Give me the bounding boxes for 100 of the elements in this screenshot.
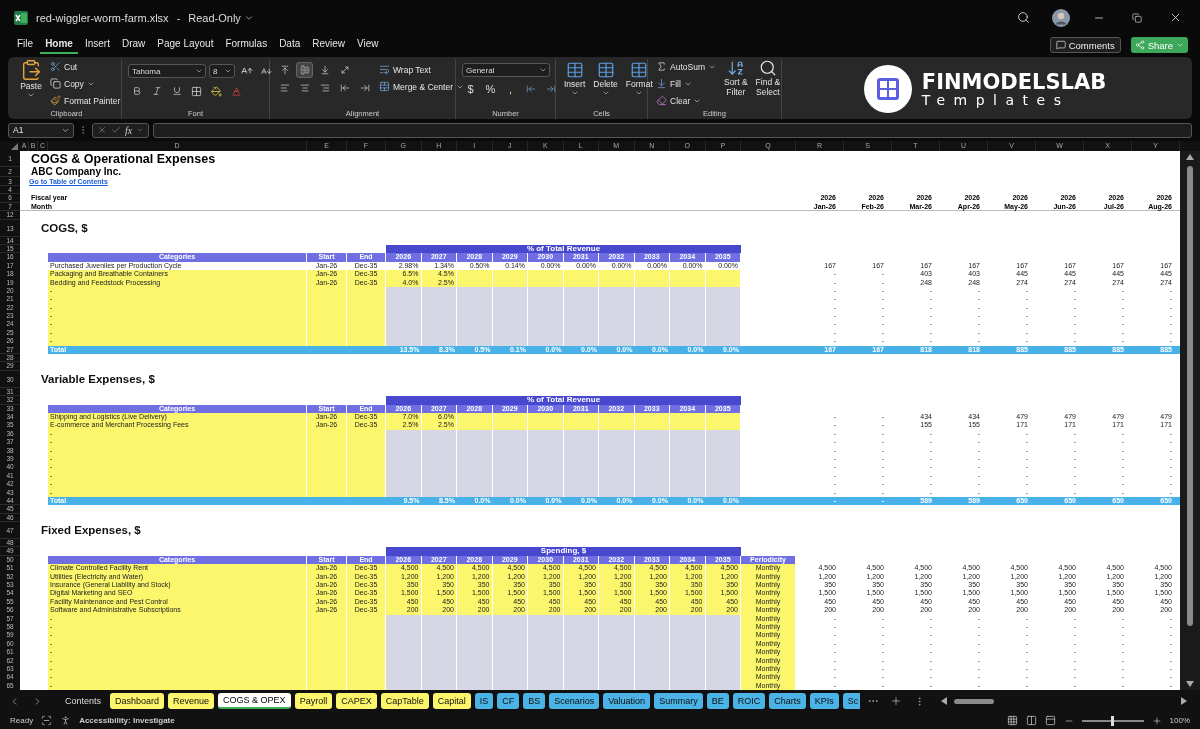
- table-cell: [457, 681, 493, 690]
- sheet-tab[interactable]: Summary: [654, 693, 703, 709]
- name-box[interactable]: A1: [8, 122, 74, 138]
- search-icon: [758, 59, 777, 77]
- sheet-tab[interactable]: Charts: [769, 693, 806, 709]
- sheet-tab[interactable]: CF: [497, 693, 520, 709]
- table-cell: [528, 270, 564, 280]
- sheet-tab[interactable]: KPIs: [809, 693, 839, 709]
- table-cell: [421, 681, 457, 690]
- wrap-text-icon: [379, 64, 390, 75]
- zoom-thumb[interactable]: [1111, 715, 1115, 726]
- table-cell: [347, 337, 386, 347]
- menu-tab[interactable]: File: [12, 36, 39, 54]
- function-button[interactable]: fx: [125, 124, 133, 136]
- format-painter-button[interactable]: Format Painter: [48, 93, 123, 108]
- paintbrush-icon: [50, 95, 61, 106]
- chevron-icon: [136, 126, 145, 134]
- middle-align-button[interactable]: [296, 62, 313, 78]
- scissors-icon: [50, 61, 61, 72]
- sheet-tab[interactable]: Dashboard: [110, 693, 165, 709]
- table-cell: [386, 681, 422, 690]
- section-heading: Fixed Expenses, $: [40, 523, 142, 539]
- sheet-tab[interactable]: Contents: [60, 693, 107, 709]
- number-format-button[interactable]: %: [482, 81, 499, 97]
- chevron-icon: [1176, 41, 1184, 49]
- zoom-level[interactable]: 100%: [1169, 716, 1190, 725]
- sheet-tab[interactable]: BS: [523, 693, 546, 709]
- number-format-dropdown[interactable]: General: [462, 63, 550, 77]
- bottom-align-icon: [319, 65, 330, 75]
- decrease-indent-icon: [339, 83, 350, 93]
- table-cell: [457, 270, 493, 280]
- menu-tab[interactable]: Formulas: [220, 36, 273, 54]
- cells-button[interactable]: Delete: [591, 61, 620, 97]
- share-icon: [1134, 40, 1145, 50]
- table-icon: [596, 61, 615, 79]
- merge-center-button[interactable]: Merge & Center: [377, 79, 466, 94]
- scroll-down-icon[interactable]: [1186, 681, 1194, 687]
- menu-tab[interactable]: Insert: [79, 36, 115, 54]
- sheet-tab[interactable]: Capital: [432, 693, 471, 709]
- sort-filter-button[interactable]: Sort & Filter: [721, 59, 750, 97]
- table-cell: [307, 337, 347, 347]
- paste-button[interactable]: Paste: [18, 59, 44, 99]
- table-cell: [528, 337, 564, 347]
- sheet-tab[interactable]: ROIC: [732, 693, 766, 709]
- italic-icon: [151, 86, 162, 96]
- cancel-icon: [97, 125, 107, 135]
- cells-button[interactable]: Format: [623, 61, 655, 97]
- scroll-up-icon[interactable]: [1186, 154, 1194, 160]
- accessibility-icon: [60, 715, 72, 726]
- logo-name: FINMODELSLAB: [921, 71, 1107, 93]
- copy-button[interactable]: Copy: [48, 76, 123, 91]
- font-size-dropdown[interactable]: 8: [209, 64, 235, 78]
- table-icon: [565, 61, 584, 79]
- table-cell: [705, 270, 741, 280]
- sheet-tab[interactable]: IS: [474, 693, 494, 709]
- table-cell: [670, 337, 706, 347]
- table-cell: [670, 421, 706, 431]
- table-cell: [563, 681, 599, 690]
- menu-tab[interactable]: Home: [40, 36, 78, 54]
- cut-button[interactable]: Cut: [48, 59, 123, 74]
- table-cell: [634, 681, 670, 690]
- vertical-scrollbar[interactable]: [1180, 151, 1200, 690]
- fill-color-button[interactable]: [208, 83, 225, 99]
- menu-tab[interactable]: View: [352, 36, 384, 54]
- fill-button[interactable]: Fill: [654, 76, 718, 91]
- sheet-tab[interactable]: COGS & OPEX: [218, 693, 291, 709]
- table-cell: [457, 337, 493, 347]
- read-only-menu[interactable]: Read-Only: [188, 4, 254, 31]
- table-cell: [386, 337, 422, 347]
- find-select-button[interactable]: Find & Select: [753, 59, 783, 97]
- sheet-tab[interactable]: Sc: [842, 693, 860, 709]
- file-name: red-wiggler-worm-farm.xlsx: [36, 11, 169, 24]
- comments-button[interactable]: Comments: [1049, 37, 1121, 53]
- sheet-tab[interactable]: BE: [706, 693, 729, 709]
- sheet-tab[interactable]: Scenarios: [549, 693, 600, 709]
- sheet-tab[interactable]: CapTable: [380, 693, 429, 709]
- menu-tab[interactable]: Draw: [116, 36, 151, 54]
- menu-tab[interactable]: Page Layout: [152, 36, 219, 54]
- scroll-right-icon[interactable]: [1181, 697, 1187, 705]
- decrease-font-icon: [261, 65, 272, 77]
- autosum-button[interactable]: AutoSum: [654, 59, 718, 74]
- formula-input[interactable]: [153, 122, 1192, 138]
- font-name-dropdown[interactable]: Tahoma: [128, 64, 206, 78]
- scroll-left-icon[interactable]: [941, 697, 947, 705]
- accessibility-status[interactable]: Accessibility: Investigate: [79, 716, 175, 725]
- menu-tab[interactable]: Review: [307, 36, 351, 54]
- cells-button[interactable]: Insert: [562, 61, 588, 97]
- merge-icon: [379, 81, 390, 92]
- sheet-tab[interactable]: Revenue: [168, 693, 215, 709]
- table-cell: [705, 337, 741, 347]
- sheet-tab[interactable]: Valuation: [603, 693, 651, 709]
- clear-button[interactable]: Clear: [654, 93, 718, 108]
- table-cell: [563, 421, 599, 431]
- table-cell: [492, 270, 528, 280]
- sheet-tab[interactable]: CAPEX: [336, 693, 377, 709]
- menu-tab[interactable]: Data: [274, 36, 306, 54]
- table-cell: [634, 421, 670, 431]
- table-cell: [599, 337, 635, 347]
- sheet-tab[interactable]: Payroll: [294, 693, 333, 709]
- number-format-button[interactable]: ,: [502, 81, 519, 97]
